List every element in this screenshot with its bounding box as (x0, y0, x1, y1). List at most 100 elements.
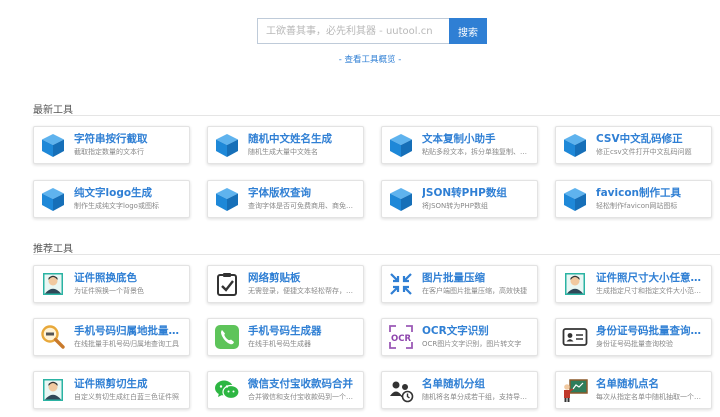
tool-card[interactable]: favicon制作工具轻松制作favicon网站图标 (555, 180, 712, 218)
tool-name[interactable]: 字体版权查询 (248, 186, 357, 200)
tool-name[interactable]: 名单随机分组 (422, 377, 531, 391)
tool-description: 将JSON转为PHP数组 (422, 202, 488, 210)
teacher-board-icon (562, 377, 588, 403)
tool-card-text: 字符串按行截取截取指定数量的文本行 (74, 132, 148, 158)
tool-card[interactable]: 文本复制小助手 粘贴多段文本，拆分单独复制、文... (381, 126, 538, 164)
tool-card[interactable]: CSV中文乱码修正 修正csv文件打开中文乱码问题 (555, 126, 712, 164)
tool-name[interactable]: 手机号码生成器 (248, 324, 322, 338)
latest-tools-grid: 字符串按行截取截取指定数量的文本行 随机中文姓名生成随机生成大量中文姓名 文本复制小… (33, 126, 712, 218)
tool-description: 制作生成纯文字logo或图标 (74, 202, 159, 210)
tool-card-text: 随机中文姓名生成随机生成大量中文姓名 (248, 132, 332, 158)
tool-card[interactable]: 网络剪贴板无需登录，便捷文本轻松帮存，文... (207, 265, 364, 303)
search-bar: 搜索 (257, 18, 487, 44)
tool-card-text: 证件照尺寸大小任意修改生成指定尺寸和指定文件大小范围... (596, 271, 705, 297)
tool-description: 在线批量手机号码归属地查询工具 (74, 340, 179, 348)
tool-card[interactable]: 手机号码生成器在线手机号码生成器 (207, 318, 364, 356)
tool-name[interactable]: 证件照换底色 (74, 271, 144, 285)
wechat-icon (214, 377, 240, 403)
tool-description: 自定义剪切生成红白蓝三色证件照 (74, 393, 179, 401)
tool-description: 在客户端图片批量压缩，高效快捷 (422, 287, 527, 295)
tool-card-text: 手机号码归属地批量查询在线批量手机号码归属地查询工具 (74, 324, 183, 350)
tool-card-text: CSV中文乱码修正 修正csv文件打开中文乱码问题 (596, 132, 692, 158)
tool-overview-link[interactable]: - 查看工具概览 - (0, 53, 720, 65)
tool-card-text: 文本复制小助手 粘贴多段文本，拆分单独复制、文... (422, 132, 531, 158)
tool-description: 在线手机号码生成器 (248, 340, 311, 348)
search-input[interactable] (257, 18, 449, 44)
tool-description: 查询字体是否可免费商用、商免版... (248, 202, 357, 210)
tool-description: 合并微信和支付宝收款码到一个图... (248, 393, 357, 401)
tool-name[interactable]: OCR文字识别 (422, 324, 521, 338)
tool-card[interactable]: OCR OCR文字识别 OCR图片文字识别，图片转文字 (381, 318, 538, 356)
cube-icon (40, 186, 66, 212)
tool-card[interactable]: 手机号码归属地批量查询在线批量手机号码归属地查询工具 (33, 318, 190, 356)
tool-card[interactable]: 名单随机点名每次从指定名单中随机抽取一个名... (555, 371, 712, 409)
tool-card-text: 微信支付宝收款码合并合并微信和支付宝收款码到一个图... (248, 377, 357, 403)
tool-name[interactable]: JSON转PHP数组 (422, 186, 507, 200)
magnifier-icon (40, 324, 66, 350)
tool-card-text: 纯文字logo生成制作生成纯文字logo或图标 (74, 186, 159, 212)
cube-icon (40, 132, 66, 158)
tool-card-text: 图片批量压缩在客户端图片批量压缩，高效快捷 (422, 271, 527, 297)
tool-card[interactable]: 字符串按行截取截取指定数量的文本行 (33, 126, 190, 164)
tool-name[interactable]: favicon制作工具 (596, 186, 681, 200)
tool-card-text: 证件照换底色为证件照换一个背景色 (74, 271, 144, 297)
tool-description: 每次从指定名单中随机抽取一个名... (596, 393, 705, 401)
tool-card[interactable]: 字体版权查询查询字体是否可免费商用、商免版... (207, 180, 364, 218)
tool-description: 身份证号码批量查询校验 (596, 340, 673, 348)
tool-card-text: 名单随机分组 随机将名单分成若干组，支持导出... (422, 377, 531, 403)
tool-description: 无需登录，便捷文本轻松帮存，文... (248, 287, 357, 295)
tool-card-text: OCR文字识别 OCR图片文字识别，图片转文字 (422, 324, 521, 350)
search-button[interactable]: 搜索 (449, 18, 487, 44)
tool-name[interactable]: 手机号码归属地批量查询 (74, 324, 183, 338)
cube-icon (214, 132, 240, 158)
people-group-icon (388, 377, 414, 403)
cube-icon (388, 186, 414, 212)
tool-name[interactable]: 微信支付宝收款码合并 (248, 377, 357, 391)
tool-card-text: favicon制作工具轻松制作favicon网站图标 (596, 186, 681, 212)
tool-card[interactable]: 证件照尺寸大小任意修改生成指定尺寸和指定文件大小范围... (555, 265, 712, 303)
tool-card-text: 证件照剪切生成自定义剪切生成红白蓝三色证件照 (74, 377, 179, 403)
tool-name[interactable]: 网络剪贴板 (248, 271, 357, 285)
compress-arrows-icon (388, 271, 414, 297)
section-title-recommended: 推荐工具 (33, 244, 73, 255)
tool-description: OCR图片文字识别，图片转文字 (422, 340, 522, 348)
tool-name[interactable]: CSV中文乱码修正 (596, 132, 692, 146)
tool-description: 截取指定数量的文本行 (74, 148, 144, 156)
tool-name[interactable]: 证件照尺寸大小任意修改 (596, 271, 705, 285)
tool-card[interactable]: 名单随机分组 随机将名单分成若干组，支持导出... (381, 371, 538, 409)
tool-card-text: 身份证号码批量查询校验 身份证号码批量查询校验 (596, 324, 705, 350)
cube-icon (562, 186, 588, 212)
id-photo-icon (562, 271, 588, 297)
svg-text:OCR: OCR (391, 334, 411, 344)
section-title-latest: 最新工具 (33, 105, 73, 116)
tool-card[interactable]: 证件照换底色为证件照换一个背景色 (33, 265, 190, 303)
tool-card-text: 字体版权查询查询字体是否可免费商用、商免版... (248, 186, 357, 212)
tool-card[interactable]: 随机中文姓名生成随机生成大量中文姓名 (207, 126, 364, 164)
tool-card[interactable]: 证件照剪切生成自定义剪切生成红白蓝三色证件照 (33, 371, 190, 409)
tool-card[interactable]: 微信支付宝收款码合并合并微信和支付宝收款码到一个图... (207, 371, 364, 409)
tool-description: 轻松制作favicon网站图标 (596, 202, 678, 210)
tool-name[interactable]: 文本复制小助手 (422, 132, 531, 146)
tool-card[interactable]: JSON转PHP数组将JSON转为PHP数组 (381, 180, 538, 218)
section-divider (33, 254, 720, 255)
tool-card[interactable]: 图片批量压缩在客户端图片批量压缩，高效快捷 (381, 265, 538, 303)
tool-name[interactable]: 纯文字logo生成 (74, 186, 159, 200)
tool-name[interactable]: 身份证号码批量查询校验 (596, 324, 705, 338)
phone-icon (214, 324, 240, 350)
tool-card-text: JSON转PHP数组将JSON转为PHP数组 (422, 186, 507, 212)
tool-name[interactable]: 字符串按行截取 (74, 132, 148, 146)
tool-description: 为证件照换一个背景色 (74, 287, 144, 295)
tool-description: 生成指定尺寸和指定文件大小范围... (596, 287, 705, 295)
tool-card[interactable]: 纯文字logo生成制作生成纯文字logo或图标 (33, 180, 190, 218)
tool-name[interactable]: 名单随机点名 (596, 377, 705, 391)
tool-name[interactable]: 图片批量压缩 (422, 271, 527, 285)
tool-name[interactable]: 随机中文姓名生成 (248, 132, 332, 146)
cube-icon (214, 186, 240, 212)
tool-description: 随机生成大量中文姓名 (248, 148, 318, 156)
tool-card[interactable]: 身份证号码批量查询校验 身份证号码批量查询校验 (555, 318, 712, 356)
cube-icon (388, 132, 414, 158)
tool-name[interactable]: 证件照剪切生成 (74, 377, 179, 391)
id-photo-icon (40, 377, 66, 403)
clipboard-check-icon (214, 271, 240, 297)
id-card-icon (562, 324, 588, 350)
